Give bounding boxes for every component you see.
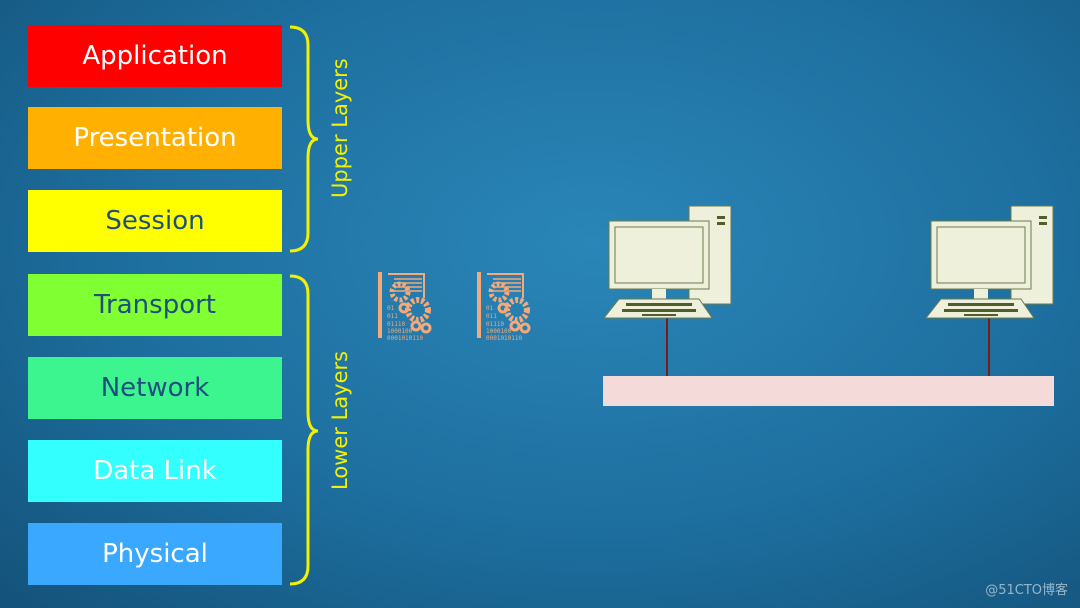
binary-gears-document-icon: [378, 272, 430, 342]
binary-gears-document-icon: [477, 272, 529, 342]
network-bus: [603, 376, 1054, 406]
watermark: @51CTO博客: [985, 583, 1068, 598]
desktop-computer-icon: [603, 205, 732, 319]
desktop-computer-icon: [925, 205, 1054, 319]
